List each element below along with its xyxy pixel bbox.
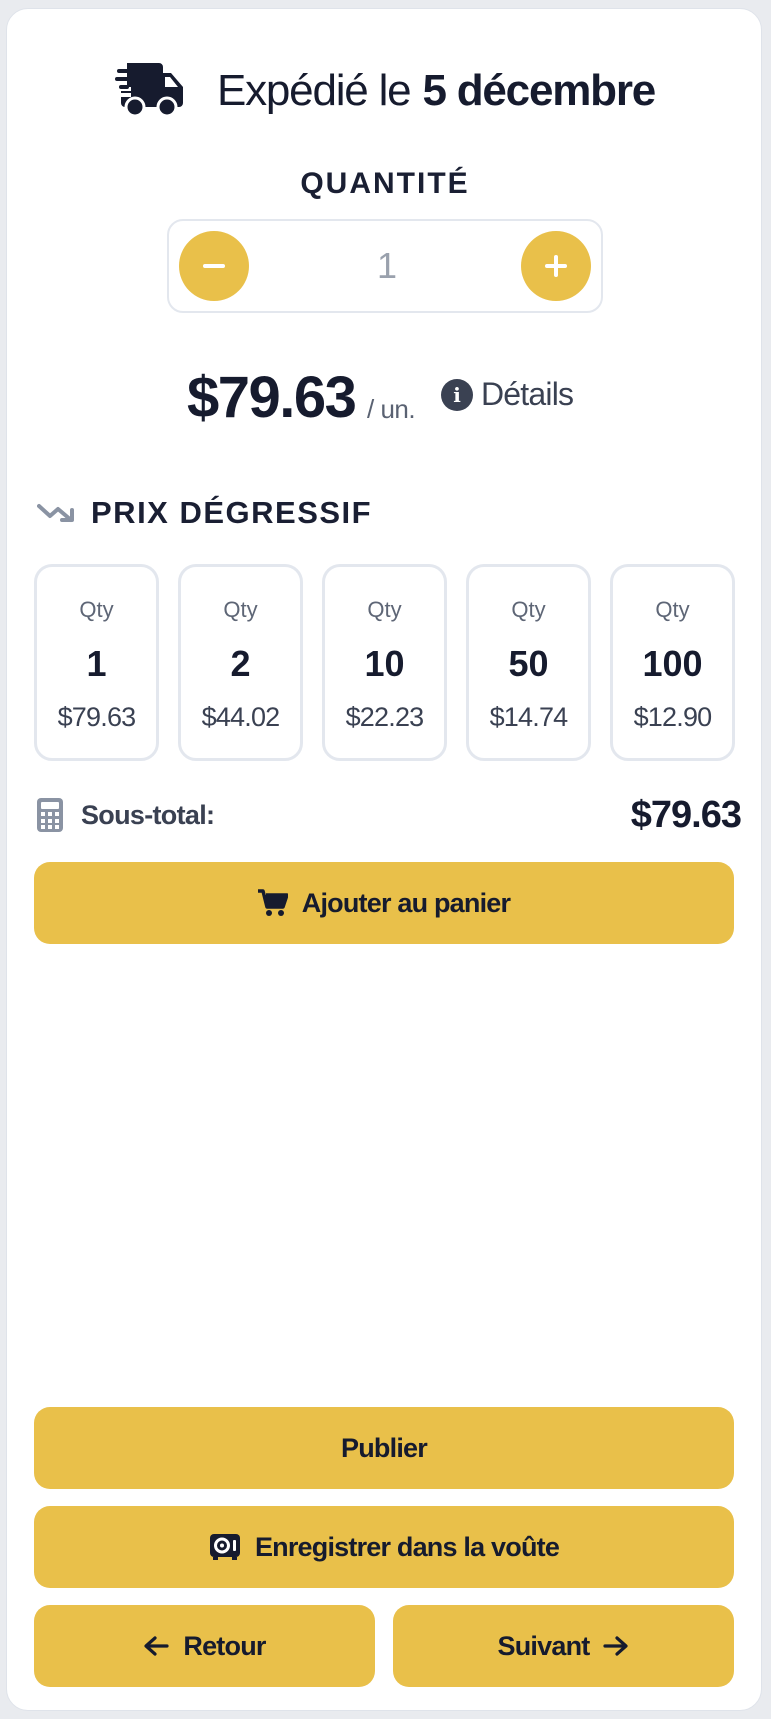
quantity-stepper — [167, 219, 603, 313]
arrow-left-icon — [144, 1636, 169, 1656]
tier-qty-label: Qty — [511, 597, 546, 622]
save-to-vault-button[interactable]: Enregistrer dans la voûte — [34, 1506, 734, 1588]
quantity-input[interactable] — [269, 221, 505, 311]
details-link[interactable]: i Détails — [441, 376, 574, 413]
tier-qty-label: Qty — [79, 597, 114, 622]
subtotal-row: Sous-total: $79.63 — [37, 794, 742, 840]
tier-qty: 100 — [642, 643, 703, 684]
tier-price: $14.74 — [489, 702, 569, 732]
unit-suffix: / un. — [367, 394, 416, 424]
tiered-pricing-header: PRIX DÉGRESSIF — [37, 493, 372, 533]
unit-price: $79.63 — [187, 365, 357, 430]
back-label: Retour — [183, 1630, 266, 1661]
minus-icon — [203, 264, 225, 268]
vault-icon — [209, 1534, 240, 1560]
cart-icon — [257, 889, 288, 916]
add-to-cart-button[interactable]: Ajouter au panier — [34, 862, 734, 944]
tier-qty: 50 — [508, 643, 549, 684]
tier-price: $12.90 — [633, 702, 713, 732]
shipping-info: Expédié le 5 décembre — [7, 59, 763, 123]
arrow-right-icon — [603, 1636, 629, 1656]
tier-qty: 10 — [364, 643, 405, 684]
shipping-date-text: Expédié le 5 décembre — [216, 66, 656, 116]
tier-qty: 2 — [230, 643, 251, 684]
price-tier-card[interactable]: Qty 50 $14.74 — [466, 564, 591, 761]
price-tier-card[interactable]: Qty 1 $79.63 — [34, 564, 159, 761]
quantity-title: QUANTITÉ — [300, 167, 470, 200]
trend-down-icon — [37, 504, 74, 522]
tier-price: $22.23 — [345, 702, 425, 732]
tier-qty-label: Qty — [223, 597, 258, 622]
tier-qty: 1 — [86, 643, 107, 684]
order-panel: Expédié le 5 décembre QUANTITÉ $79.63 / … — [6, 8, 762, 1711]
decrement-button[interactable] — [179, 231, 249, 301]
price-tier-card[interactable]: Qty 100 $12.90 — [610, 564, 735, 761]
shipping-prefix: Expédié le — [216, 66, 412, 115]
price-tier-card[interactable]: Qty 2 $44.02 — [178, 564, 303, 761]
save-to-vault-label: Enregistrer dans la voûte — [254, 1531, 560, 1562]
increment-button[interactable] — [521, 231, 591, 301]
info-circle-icon: i — [441, 378, 473, 411]
publish-button[interactable]: Publier — [34, 1407, 734, 1489]
shipping-date: 5 décembre — [422, 66, 656, 115]
truck-fast-icon — [114, 63, 183, 118]
add-to-cart-label: Ajouter au panier — [301, 887, 511, 918]
tier-qty-label: Qty — [655, 597, 690, 622]
subtotal-value: $79.63 — [630, 794, 742, 836]
details-label: Détails — [481, 376, 574, 412]
price-tier-card[interactable]: Qty 10 $22.23 — [322, 564, 447, 761]
calculator-icon — [37, 798, 63, 832]
next-label: Suivant — [497, 1630, 591, 1661]
back-button[interactable]: Retour — [34, 1605, 375, 1687]
publish-label: Publier — [341, 1432, 428, 1463]
subtotal-label: Sous-total: — [81, 800, 215, 830]
tier-price: $79.63 — [57, 702, 137, 732]
unit-price-row: $79.63 / un. i Détails — [7, 364, 763, 434]
next-button[interactable]: Suivant — [393, 1605, 734, 1687]
tiered-pricing-title: PRIX DÉGRESSIF — [91, 495, 373, 530]
tier-price: $44.02 — [201, 702, 281, 732]
tier-qty-label: Qty — [367, 597, 402, 622]
